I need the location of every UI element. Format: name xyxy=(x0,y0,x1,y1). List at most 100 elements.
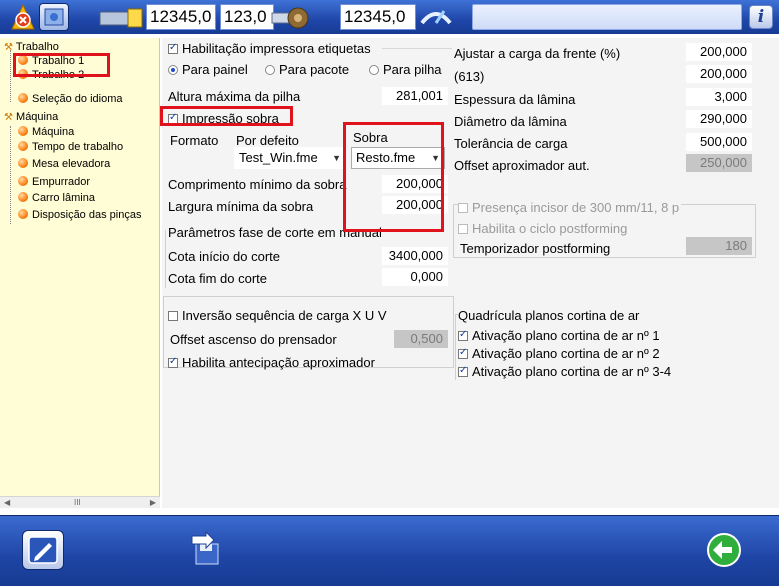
inversao-label: Inversão sequência de carga X U V xyxy=(182,308,387,323)
tolerancia-label: Tolerância de carga xyxy=(454,136,568,151)
tree-item-label: Máquina xyxy=(32,126,75,138)
highlight-box-impressao xyxy=(160,106,293,126)
bottom-toolbar xyxy=(0,515,779,586)
tree-item-label: Trabalho xyxy=(15,41,59,53)
item-bullet-icon xyxy=(18,141,28,151)
tree-item-label: Carro lâmina xyxy=(32,192,95,204)
checkbox-empty-icon xyxy=(168,311,178,321)
plano2-checkbox[interactable]: Ativação plano cortina de ar nº 2 xyxy=(458,346,660,361)
tree-item-maquina-root[interactable]: ⚒ Máquina xyxy=(4,110,58,124)
comprimento-label: Comprimento mínimo da sobra xyxy=(168,177,347,192)
divider xyxy=(382,48,452,49)
tree-item-label: Tempo de trabalho xyxy=(32,141,124,153)
search-input[interactable] xyxy=(472,4,742,30)
plano34-checkbox[interactable]: Ativação plano cortina de ar nº 3-4 xyxy=(458,364,671,379)
saw-icon[interactable] xyxy=(270,3,312,31)
quadricula-title: Quadrícula planos cortina de ar xyxy=(458,308,643,323)
layout-icon[interactable] xyxy=(39,3,69,31)
ajustar-input[interactable]: 200,000 xyxy=(686,43,752,61)
offset-ascenso-label: Offset ascenso do prensador xyxy=(170,332,337,347)
radio-label: Para pilha xyxy=(383,62,442,77)
back-arrow-icon[interactable] xyxy=(704,530,744,570)
checkbox-disabled-icon xyxy=(458,203,468,213)
hab-impressora-label: Habilitação impressora etiquetas xyxy=(182,41,371,56)
counter-field-1: 12345,0 xyxy=(146,4,216,30)
folder-tools-icon: ⚒ xyxy=(4,42,13,53)
habilita-ciclo-checkbox: Habilita o ciclo postforming xyxy=(458,221,627,236)
cota-fim-input[interactable]: 0,000 xyxy=(382,268,448,286)
habilita-ciclo-label: Habilita o ciclo postforming xyxy=(472,221,628,236)
tree-item-disposicao-pincas[interactable]: Disposição das pinças xyxy=(18,208,141,222)
counter-field-3: 12345,0 xyxy=(340,4,416,30)
tree-item-empurrador[interactable]: Empurrador xyxy=(18,175,90,189)
tree-item-label: Mesa elevadora xyxy=(32,158,111,170)
radio-para-pacote[interactable]: Para pacote xyxy=(265,62,349,77)
highlight-box-tree xyxy=(13,53,110,77)
chevron-down-icon: ▼ xyxy=(332,153,341,163)
tree-item-carro-lamina[interactable]: Carro lâmina xyxy=(18,191,95,205)
tree-horizontal-scrollbar[interactable]: ◀ III ▶ xyxy=(0,496,160,508)
scroll-thumb[interactable]: III xyxy=(74,498,81,507)
antecipacao-checkbox[interactable]: Habilita antecipação aproximador xyxy=(168,355,375,370)
offset-ascenso-input: 0,500 xyxy=(394,330,448,348)
por-defeito-label: Por defeito xyxy=(236,133,299,148)
checkbox-checked-icon xyxy=(168,356,178,368)
tree-item-tempo-trabalho[interactable]: Tempo de trabalho xyxy=(18,140,123,154)
tolerancia-input[interactable]: 500,000 xyxy=(686,133,752,151)
presenca-checkbox: Presença incisor de 300 mm/11, 8 p xyxy=(458,200,682,215)
scroll-right-icon[interactable]: ▶ xyxy=(150,498,156,507)
por-defeito-dropdown[interactable]: Test_Win.fme ▼ xyxy=(234,147,346,169)
tree-item-label: Máquina xyxy=(16,111,59,123)
tree-item-label: Disposição das pinças xyxy=(32,209,142,221)
diametro-input[interactable]: 290,000 xyxy=(686,110,752,128)
folder-tools-icon: ⚒ xyxy=(4,112,13,123)
tree-item-label: Seleção do idioma xyxy=(32,93,123,105)
tree-item-selecao-idioma[interactable]: Seleção do idioma xyxy=(18,92,123,106)
radio-para-painel[interactable]: Para painel xyxy=(168,62,248,77)
espessura-input[interactable]: 3,000 xyxy=(686,88,752,106)
tree-item-trabalho[interactable]: ⚒ Trabalho xyxy=(4,40,59,54)
temporizador-input: 180 xyxy=(686,237,752,255)
tree-item-maquina[interactable]: Máquina xyxy=(18,125,74,139)
dropdown-value: Test_Win.fme xyxy=(239,150,318,165)
diametro-label: Diâmetro da lâmina xyxy=(454,114,567,129)
radio-selected-icon xyxy=(168,65,178,75)
r613-input[interactable]: 200,000 xyxy=(686,65,752,83)
cota-inicio-input[interactable]: 3400,000 xyxy=(382,247,448,265)
speed-icon[interactable] xyxy=(418,3,454,31)
plano1-label: Ativação plano cortina de ar nº 1 xyxy=(472,328,660,343)
altura-input[interactable]: 281,001 xyxy=(382,87,448,105)
plano2-label: Ativação plano cortina de ar nº 2 xyxy=(472,346,660,361)
plano1-checkbox[interactable]: Ativação plano cortina de ar nº 1 xyxy=(458,328,660,343)
hab-impressora-checkbox[interactable]: Habilitação impressora etiquetas xyxy=(168,41,371,56)
antecipacao-label: Habilita antecipação aproximador xyxy=(182,355,375,370)
presenca-label: Presença incisor de 300 mm/11, 8 p xyxy=(472,200,680,215)
radio-para-pilha[interactable]: Para pilha xyxy=(369,62,442,77)
offset-aut-input: 250,000 xyxy=(686,154,752,172)
r613-label: (613) xyxy=(454,69,485,84)
help-icon[interactable]: i xyxy=(749,5,773,29)
plano34-label: Ativação plano cortina de ar nº 3-4 xyxy=(472,364,672,379)
item-bullet-icon xyxy=(18,192,28,202)
edit-icon[interactable] xyxy=(22,530,64,570)
item-bullet-icon xyxy=(18,126,28,136)
inversao-checkbox[interactable]: Inversão sequência de carga X U V xyxy=(168,308,387,323)
sheet-feed-icon[interactable] xyxy=(98,3,144,31)
altura-label: Altura máxima da pilha xyxy=(168,89,301,104)
tree-branch-line xyxy=(10,50,11,102)
item-bullet-icon xyxy=(18,176,28,186)
scroll-left-icon[interactable]: ◀ xyxy=(4,498,10,507)
tree-branch-line xyxy=(10,126,11,224)
cota-fim-label: Cota fim do corte xyxy=(168,271,267,286)
checkbox-checked-icon xyxy=(458,347,468,359)
item-bullet-icon xyxy=(18,158,28,168)
checkbox-checked-icon xyxy=(458,329,468,341)
item-bullet-icon xyxy=(18,93,28,103)
alarm-icon[interactable] xyxy=(10,3,36,31)
espessura-label: Espessura da lâmina xyxy=(454,92,576,107)
tree-item-mesa-elevadora[interactable]: Mesa elevadora xyxy=(18,157,110,171)
checkbox-checked-icon xyxy=(168,42,178,54)
counter-field-2: 123,0 xyxy=(220,4,274,30)
radio-label: Para painel xyxy=(182,62,248,77)
save-icon[interactable] xyxy=(186,530,226,570)
